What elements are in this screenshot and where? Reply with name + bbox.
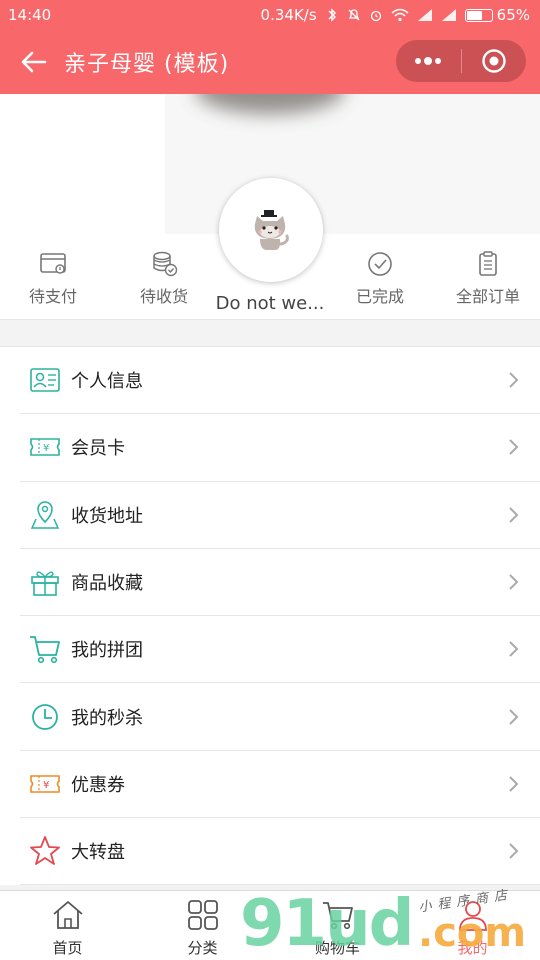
clipboard-icon [479, 251, 497, 276]
grid-icon [187, 900, 218, 930]
cart-icon [30, 636, 60, 664]
signal-icon [417, 9, 432, 21]
menu-item-group-buy[interactable]: 我的拼团 [20, 616, 540, 684]
cart-icon [322, 902, 353, 930]
target-close-icon[interactable] [462, 40, 527, 82]
status-time: 14:40 [8, 6, 52, 24]
bottom-tab-bar: 首页 分类 购物车 我的 [0, 890, 540, 960]
wifi-icon [391, 8, 409, 22]
chevron-right-icon [509, 372, 519, 388]
gift-icon [31, 571, 59, 596]
nav-bar: 亲子母婴 (模板) [0, 30, 540, 94]
menu-item-shipping-address[interactable]: 收货地址 [20, 482, 540, 549]
tab-cart[interactable]: 购物车 [270, 891, 405, 960]
battery-level [466, 10, 482, 20]
order-all[interactable]: 全部订单 [438, 249, 538, 307]
menu-label: 会员卡 [71, 438, 125, 460]
back-arrow-icon[interactable] [12, 40, 56, 84]
menu-label: 收货地址 [71, 505, 143, 527]
bluetooth-icon [328, 8, 336, 22]
clock-icon [32, 703, 58, 730]
menu-label: 商品收藏 [71, 573, 143, 595]
menu-item-lucky-wheel[interactable]: 大转盘 [20, 818, 540, 886]
chevron-right-icon [509, 641, 519, 658]
chevron-right-icon [509, 574, 519, 590]
chevron-right-icon [509, 776, 519, 792]
net-speed: 0.34K/s [260, 6, 317, 24]
menu-item-flash-sale[interactable]: 我的秒杀 [20, 683, 540, 751]
battery-percent: 65% [496, 6, 530, 24]
check-circle-icon [368, 252, 392, 276]
order-pending-payment[interactable]: 待支付 [3, 249, 103, 307]
tab-label: 分类 [187, 939, 218, 957]
more-dots-icon[interactable] [396, 40, 461, 82]
chevron-right-icon [509, 507, 519, 523]
status-bar: 14:40 0.34K/s 65% [0, 0, 540, 30]
profile-section: 待支付 待收货 已完成 全部订单 Do not we... [0, 94, 540, 320]
alarm-icon [370, 10, 381, 22]
order-pending-delivery[interactable]: 待收货 [114, 249, 214, 307]
order-label: 待支付 [28, 287, 77, 306]
page-title: 亲子母婴 (模板) [64, 52, 230, 77]
avatar[interactable] [219, 178, 323, 282]
menu-item-coupons[interactable]: ¥ 优惠券 [20, 751, 540, 819]
menu-label: 我的拼团 [71, 640, 143, 662]
star-icon [30, 836, 60, 866]
menu-list: 个人信息 ¥ 会员卡 收货地址 商品收藏 我的拼团 我的秒杀 ¥ 优惠券 大转盘 [0, 346, 540, 886]
top-bar: 14:40 0.34K/s 65% 亲子母婴 (模板) [0, 0, 540, 94]
chevron-right-icon [509, 843, 519, 859]
tab-mine[interactable]: 我的 [405, 891, 540, 960]
mute-bell-icon [348, 9, 360, 21]
tab-label: 首页 [52, 939, 83, 957]
miniprogram-capsule [396, 40, 526, 82]
tab-label: 我的 [457, 939, 488, 957]
order-label: 待收货 [139, 287, 188, 306]
menu-label: 个人信息 [71, 371, 143, 393]
menu-item-favorites[interactable]: 商品收藏 [20, 549, 540, 617]
chevron-right-icon [509, 439, 519, 456]
wallet-icon [40, 253, 66, 274]
menu-label: 优惠券 [71, 774, 125, 796]
menu-item-member-card[interactable]: ¥ 会员卡 [20, 414, 540, 482]
battery-icon [464, 8, 493, 22]
order-completed[interactable]: 已完成 [330, 249, 430, 307]
coins-check-icon [153, 251, 178, 277]
location-pin-icon [30, 500, 60, 529]
chevron-right-icon [509, 708, 519, 725]
tab-category[interactable]: 分类 [135, 891, 270, 960]
signal-icon-2 [441, 9, 456, 21]
home-icon [52, 901, 83, 929]
status-indicators: 0.34K/s 65% [261, 6, 530, 24]
menu-label: 我的秒杀 [71, 707, 143, 729]
user-nickname: Do not we... [215, 293, 325, 314]
menu-item-personal-info[interactable]: 个人信息 [20, 347, 540, 415]
order-label: 已完成 [355, 287, 404, 306]
order-label: 全部订单 [455, 287, 520, 306]
menu-label: 大转盘 [71, 842, 125, 864]
member-card-icon: ¥ [30, 438, 60, 457]
coupon-icon: ¥ [30, 775, 60, 793]
tab-label: 购物车 [314, 939, 360, 957]
svg-text:¥: ¥ [43, 780, 49, 791]
cat-avatar-icon [254, 210, 289, 250]
id-card-icon [30, 368, 60, 392]
tab-home[interactable]: 首页 [0, 891, 135, 960]
battery-indicator: 65% [464, 6, 530, 24]
user-icon [458, 901, 487, 931]
svg-text:¥: ¥ [43, 443, 49, 454]
